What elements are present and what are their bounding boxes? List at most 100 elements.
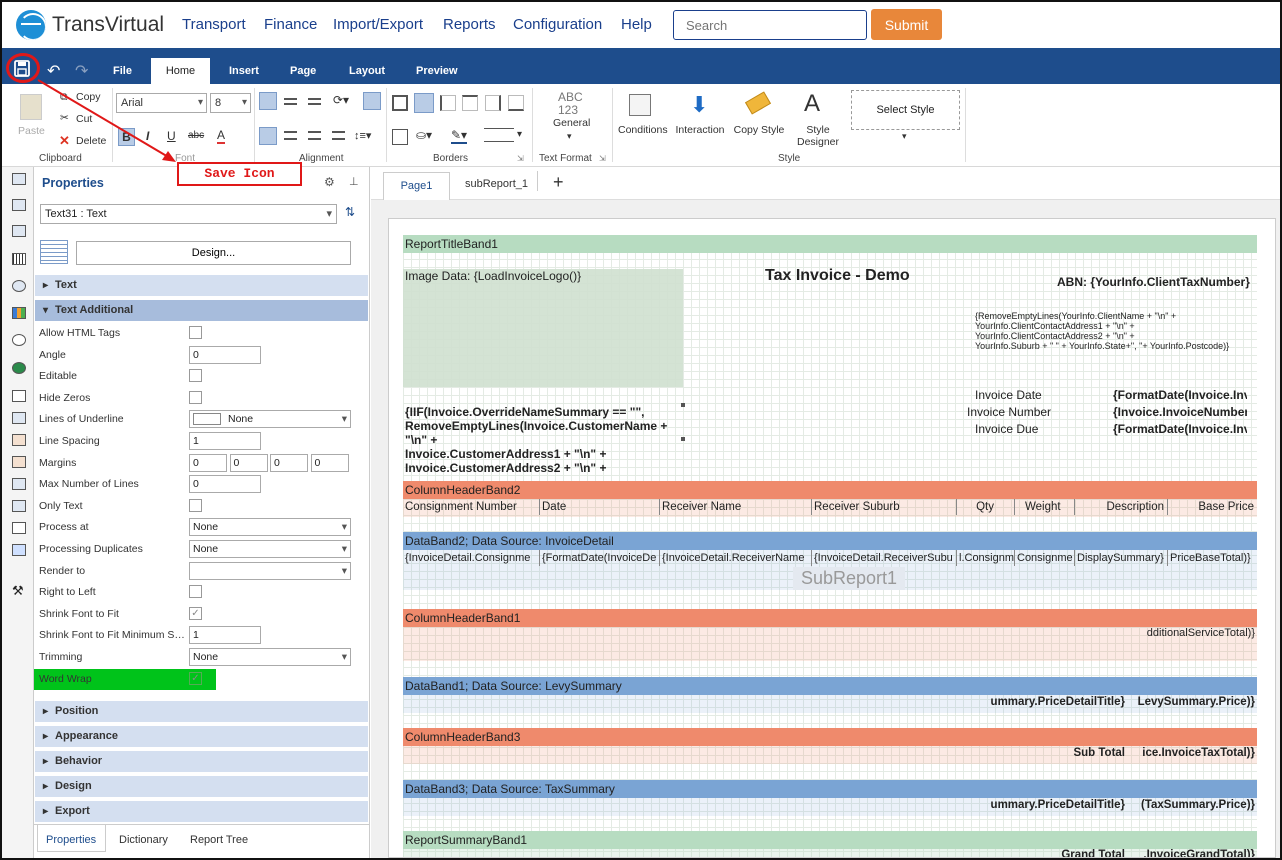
tab-report-tree[interactable]: Report Tree — [190, 834, 248, 846]
nav-transport[interactable]: Transport — [182, 16, 246, 33]
tools-icon[interactable]: ⚒ — [12, 583, 24, 599]
justify-icon[interactable] — [332, 131, 345, 140]
barcode-icon[interactable] — [12, 253, 26, 265]
customer-line-2[interactable]: RemoveEmptyLines(Invoice.CustomerName + — [405, 419, 667, 433]
invoice-title-field[interactable]: Tax Invoice - Demo — [765, 267, 910, 285]
copy-button[interactable]: Copy — [76, 91, 101, 103]
align-left-icon[interactable] — [259, 127, 277, 145]
data-band-2[interactable]: DataBand2; Data Source: InvoiceDetail — [403, 532, 1257, 550]
align-center-icon[interactable] — [284, 131, 297, 140]
font-size-select[interactable]: 8 — [210, 93, 251, 113]
copy-style-button[interactable]: Copy Style — [732, 124, 786, 136]
address-line-3[interactable]: YourInfo.ClientContactAddress2 + "\n" + — [975, 331, 1135, 341]
section-appearance[interactable]: Appearance — [35, 726, 368, 747]
tab-properties[interactable]: Properties — [46, 834, 96, 846]
sub-total-value[interactable]: ice.InvoiceTaxTotal)} — [1133, 747, 1255, 759]
font-color-icon[interactable]: A — [217, 128, 226, 144]
address-line-1[interactable]: {RemoveEmptyLines(YourInfo.ClientName + … — [975, 311, 1176, 321]
section-export[interactable]: Export — [35, 801, 368, 822]
tab-preview[interactable]: Preview — [416, 65, 458, 77]
rich-text-icon[interactable] — [12, 412, 26, 424]
style-designer-button-line1[interactable]: Style — [798, 124, 838, 136]
section-design[interactable]: Design — [35, 776, 368, 797]
undo-icon[interactable]: ↶ — [47, 61, 60, 81]
rotate-icon[interactable]: ⟳▾ — [333, 93, 349, 107]
property-select[interactable]: None — [189, 518, 351, 537]
property-checkbox[interactable] — [189, 326, 202, 339]
map-icon[interactable] — [12, 362, 26, 374]
tab-dictionary[interactable]: Dictionary — [119, 834, 168, 846]
report-summary-band[interactable]: ReportSummaryBand1 — [403, 831, 1257, 849]
tab-home[interactable]: Home — [151, 58, 210, 84]
borders-launcher-icon[interactable]: ⇲ — [517, 154, 524, 163]
selection-handle[interactable] — [681, 403, 685, 407]
levy-title-field[interactable]: ummary.PriceDetailTitle} — [989, 696, 1125, 708]
margin-input[interactable]: 0 — [229, 453, 268, 472]
select-style-gallery[interactable]: Select Style — [851, 90, 960, 130]
abn-field[interactable]: ABN: {YourInfo.ClientTaxNumber} — [1057, 275, 1250, 289]
property-select[interactable]: None — [189, 410, 351, 429]
align-bottom-icon[interactable] — [308, 98, 321, 105]
property-input[interactable]: 0 — [189, 475, 261, 494]
customer-line-1[interactable]: {IIF(Invoice.OverrideNameSummary == "", — [405, 405, 644, 419]
conditions-button[interactable]: Conditions — [618, 124, 668, 136]
tax-title-field[interactable]: ummary.PriceDetailTitle} — [989, 799, 1125, 811]
customer-line-5[interactable]: Invoice.CustomerAddress2 + "\n" + — [405, 461, 606, 475]
sort-icon[interactable]: ⇅ — [345, 205, 355, 219]
property-input[interactable]: 0 — [189, 345, 261, 364]
select-style-dropdown-icon[interactable]: ▾ — [902, 131, 907, 142]
subreport-placeholder[interactable]: SubReport1 — [793, 567, 905, 590]
column-header-band-1[interactable]: ColumnHeaderBand1 — [403, 609, 1257, 627]
image-icon[interactable] — [12, 434, 26, 446]
column-header[interactable]: Receiver Suburb — [812, 499, 957, 515]
column-header[interactable]: Description — [1075, 499, 1168, 515]
data-field[interactable]: DisplaySummary} — [1075, 550, 1168, 566]
shapes-icon[interactable] — [12, 280, 26, 292]
invoice-number-value[interactable]: {Invoice.InvoiceNumber — [1113, 405, 1247, 419]
data-field[interactable]: PriceBaseTotal)} — [1168, 550, 1257, 566]
customer-line-3[interactable]: "\n" + — [405, 433, 437, 447]
column-header[interactable]: Date — [540, 499, 660, 515]
band-icon[interactable] — [12, 173, 26, 185]
align-right-icon[interactable] — [308, 131, 321, 140]
property-checkbox[interactable] — [189, 390, 202, 404]
column-header-band-2[interactable]: ColumnHeaderBand2 — [403, 481, 1257, 499]
border-top-icon[interactable] — [462, 95, 478, 111]
property-checkbox[interactable]: ✓ — [189, 671, 202, 685]
panel-icon[interactable] — [12, 478, 26, 490]
paste-button[interactable]: Paste — [18, 125, 45, 137]
section-text[interactable]: Text — [35, 275, 368, 296]
selection-handle[interactable] — [681, 437, 685, 441]
line-spacing-icon[interactable]: ↕≡▾ — [354, 129, 371, 142]
design-button[interactable]: Design... — [76, 241, 351, 265]
strikethrough-button[interactable]: abc — [188, 130, 204, 141]
margin-input[interactable]: 0 — [270, 453, 308, 472]
data-field[interactable]: {InvoiceDetail.ReceiverSubu — [812, 550, 957, 566]
data-field[interactable]: {InvoiceDetail.Consignme — [403, 550, 540, 566]
nav-help[interactable]: Help — [621, 16, 652, 33]
report-title-band[interactable]: ReportTitleBand1 — [403, 235, 1257, 253]
invoice-due-label[interactable]: Invoice Due — [975, 422, 1038, 436]
component-selector[interactable]: Text31 : Text — [40, 204, 337, 224]
picture-icon[interactable] — [12, 456, 26, 468]
image-data-field[interactable]: Image Data: {LoadInvoiceLogo()} — [405, 269, 581, 283]
column-header[interactable]: Weight — [1015, 499, 1075, 515]
chart-icon[interactable] — [12, 307, 26, 319]
nav-reports[interactable]: Reports — [443, 16, 496, 33]
tab-layout[interactable]: Layout — [349, 65, 385, 77]
nav-finance[interactable]: Finance — [264, 16, 317, 33]
text-icon[interactable] — [12, 390, 26, 402]
invoice-date-value[interactable]: {FormatDate(Invoice.Inv — [1113, 388, 1247, 402]
nav-configuration[interactable]: Configuration — [513, 16, 602, 33]
column-header-band-3[interactable]: ColumnHeaderBand3 — [403, 728, 1257, 746]
pin-icon[interactable]: ⊥ — [349, 175, 359, 188]
column-header[interactable]: Receiver Name — [660, 499, 812, 515]
property-select[interactable]: None — [189, 648, 351, 666]
address-line-2[interactable]: YourInfo.ClientContactAddress1 + "\n" + — [975, 321, 1135, 331]
property-checkbox[interactable] — [189, 498, 202, 512]
sub-total-label[interactable]: Sub Total — [1043, 747, 1125, 759]
data-field[interactable]: {InvoiceDetail.ReceiverName — [660, 550, 812, 566]
border-right-icon[interactable] — [485, 95, 501, 111]
section-position[interactable]: Position — [35, 701, 368, 722]
border-all-icon[interactable] — [392, 95, 408, 111]
